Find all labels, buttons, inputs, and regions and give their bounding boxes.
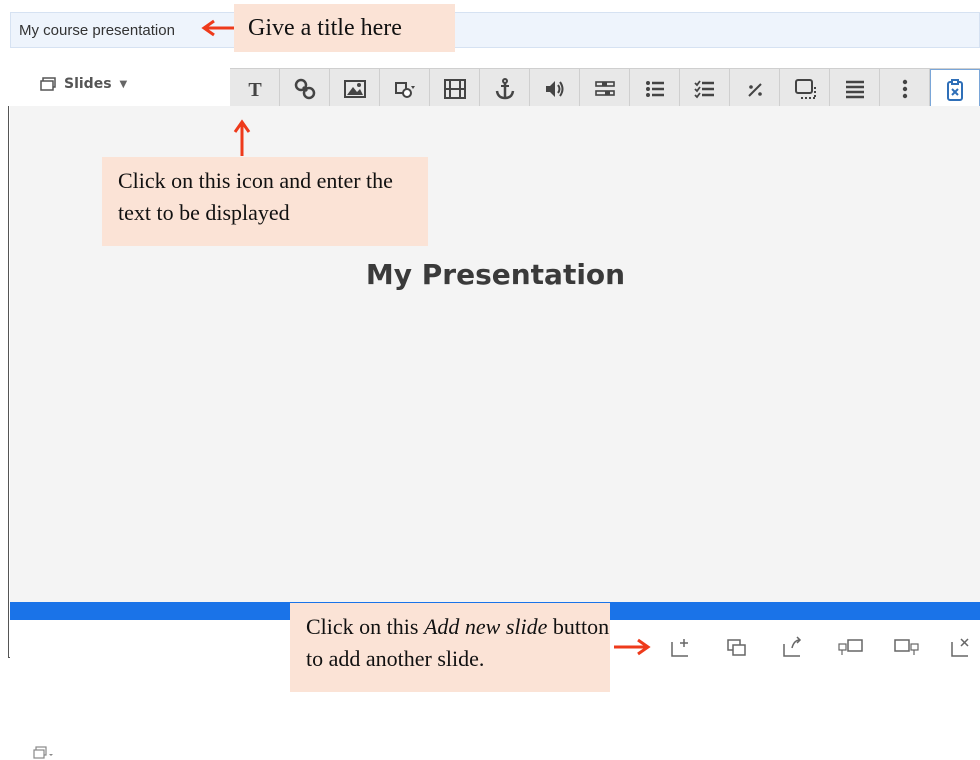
chevron-down-icon: ▼ xyxy=(119,78,128,90)
presentation-title-input[interactable] xyxy=(19,19,209,41)
tool-list[interactable] xyxy=(830,69,880,109)
tool-text[interactable]: T xyxy=(230,69,280,109)
percent-icon xyxy=(747,83,762,97)
tool-fill-in-blanks[interactable] xyxy=(580,69,630,109)
slide-right-button[interactable] xyxy=(892,636,922,658)
link-icon xyxy=(294,78,315,100)
text-hint-callout: Click on this icon and enter the text to… xyxy=(102,157,428,246)
slide-tools xyxy=(668,636,978,658)
tool-anchor[interactable] xyxy=(480,69,530,109)
add-slide-button[interactable] xyxy=(668,636,698,658)
tool-paste[interactable] xyxy=(930,69,980,109)
slide-left-icon xyxy=(838,639,863,655)
tool-shapes[interactable] xyxy=(380,69,430,109)
add-slide-icon xyxy=(671,639,688,657)
paste-icon xyxy=(947,78,963,101)
video-icon xyxy=(443,79,466,99)
slide-hint-pre: Click on this xyxy=(306,614,424,639)
tool-single-choice[interactable] xyxy=(630,69,680,109)
tool-video[interactable] xyxy=(430,69,480,109)
slides-icon xyxy=(40,77,56,91)
content-toolbar: T xyxy=(230,68,980,109)
svg-text:T: T xyxy=(248,79,262,101)
anchor-icon xyxy=(495,78,514,100)
more-icon xyxy=(902,79,907,99)
single-choice-icon xyxy=(645,81,664,97)
tool-dialog-cards[interactable] xyxy=(780,69,830,109)
arrow-right-icon xyxy=(614,638,651,656)
dialog-cards-icon xyxy=(794,79,816,99)
add-slide-hint-callout: Click on this Add new slide button to ad… xyxy=(290,603,610,692)
title-bar xyxy=(10,12,980,48)
text-icon: T xyxy=(248,79,262,101)
arrow-left-icon xyxy=(201,19,234,37)
slides-menu-button[interactable]: Slides ▼ xyxy=(40,74,127,94)
slide-hint-em: Add new slide xyxy=(423,614,548,639)
tool-audio[interactable] xyxy=(530,69,580,109)
slides-menu-label: Slides xyxy=(64,76,112,92)
clone-slide-button[interactable] xyxy=(724,636,754,658)
shapes-icon xyxy=(394,82,415,98)
multi-choice-icon xyxy=(693,80,714,99)
tool-more[interactable] xyxy=(880,69,930,109)
move-slide-icon xyxy=(783,636,802,657)
arrow-up-icon xyxy=(233,119,251,156)
slides-icon[interactable] xyxy=(30,746,54,760)
clone-slide-icon xyxy=(727,639,746,656)
image-icon xyxy=(343,80,366,98)
move-slide-button[interactable] xyxy=(780,636,810,658)
slide-right-icon xyxy=(894,639,919,655)
list-icon xyxy=(845,80,864,99)
fill-in-blanks-icon xyxy=(594,81,615,96)
title-hint-callout: Give a title here xyxy=(234,4,455,52)
tool-multi-choice[interactable] xyxy=(680,69,730,109)
slide-title-text[interactable]: My Presentation xyxy=(10,258,980,291)
delete-slide-icon xyxy=(951,638,969,657)
tool-percent[interactable] xyxy=(730,69,780,109)
slide-left-button[interactable] xyxy=(836,636,866,658)
tool-link[interactable] xyxy=(280,69,330,109)
delete-slide-button[interactable] xyxy=(948,636,978,658)
audio-icon xyxy=(545,81,563,97)
tool-image[interactable] xyxy=(330,69,380,109)
